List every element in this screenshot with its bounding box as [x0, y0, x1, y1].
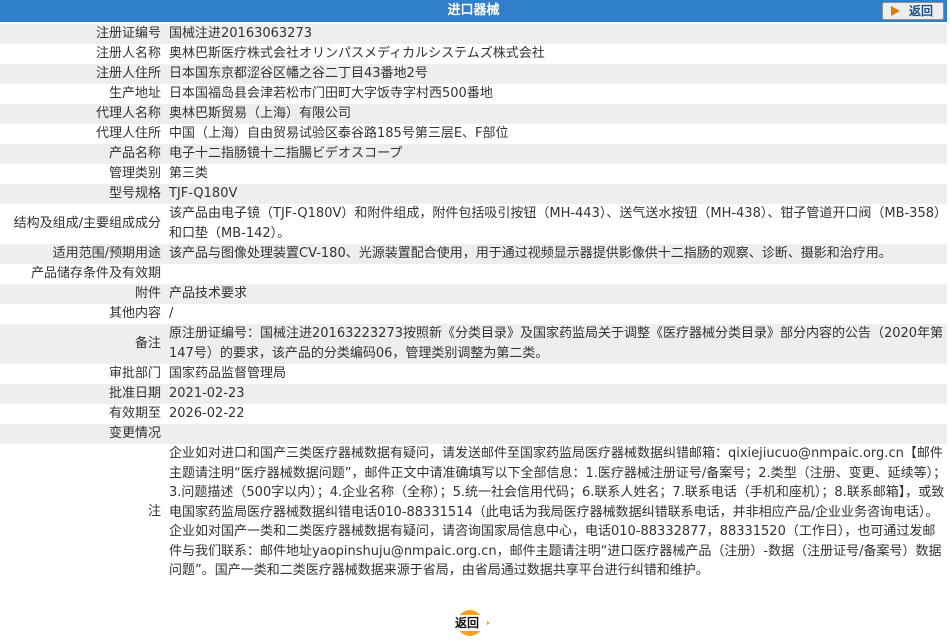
row-value: 原注册证编号：国械注进20163223273按照新《分类目录》及国家药监局关于调…: [165, 324, 947, 364]
row-value: /: [165, 304, 947, 324]
table-row: 变更情况: [0, 424, 947, 444]
row-label: 注册证编号: [0, 24, 165, 44]
table-row: 结构及组成/主要组成成分 该产品由电子镜（TJF-Q180V）和附件组成，附件包…: [0, 204, 947, 244]
table-row: 注册人住所 日本国东京都涩谷区幡之谷二丁目43番地2号: [0, 64, 947, 84]
table-row: 附件 产品技术要求: [0, 284, 947, 304]
table-row: 注 企业如对进口和国产三类医疗器械数据有疑问，请发送邮件至国家药监局医疗器械数据…: [0, 444, 947, 581]
title-bar: 进口器械 返回: [0, 0, 947, 22]
table-row: 管理类别 第三类: [0, 164, 947, 184]
table-row: 批准日期 2021-02-23: [0, 384, 947, 404]
back-button-label: 返回: [447, 615, 487, 631]
row-label: 生产地址: [0, 84, 165, 104]
row-label: 附件: [0, 284, 165, 304]
row-label: 管理类别: [0, 164, 165, 184]
back-button-bottom[interactable]: 返回: [447, 610, 495, 636]
row-label: 代理人住所: [0, 124, 165, 144]
table-row: 审批部门 国家药品监督管理局: [0, 364, 947, 384]
row-value: 该产品与图像处理装置CV-180、光源装置配合使用，用于通过视频显示器提供影像供…: [165, 244, 947, 264]
row-value: 2026-02-22: [165, 404, 947, 424]
table-row: 代理人名称 奥林巴斯贸易（上海）有限公司: [0, 104, 947, 124]
row-value: 2021-02-23: [165, 384, 947, 404]
row-value: 国家药品监督管理局: [165, 364, 947, 384]
row-label: 产品名称: [0, 144, 165, 164]
row-label: 注: [0, 444, 165, 581]
row-value: [165, 424, 947, 444]
row-value: 国械注进20163063273: [165, 24, 947, 44]
table-row: 其他内容 /: [0, 304, 947, 324]
row-label: 其他内容: [0, 304, 165, 324]
table-row: 产品储存条件及有效期: [0, 264, 947, 284]
row-value: 该产品由电子镜（TJF-Q180V）和附件组成，附件包括吸引按钮（MH-443）…: [165, 204, 947, 244]
detail-table: 注册证编号 国械注进20163063273 注册人名称 奥林巴斯医疗株式会社オリ…: [0, 24, 947, 581]
row-label: 型号规格: [0, 184, 165, 204]
back-button-label: 返回: [909, 4, 934, 18]
table-row: 产品名称 电子十二指肠镜十二指腸ビデオスコープ: [0, 144, 947, 164]
row-label: 变更情况: [0, 424, 165, 444]
table-row: 型号规格 TJF-Q180V: [0, 184, 947, 204]
row-label: 产品储存条件及有效期: [0, 264, 165, 284]
table-row: 注册证编号 国械注进20163063273: [0, 24, 947, 44]
table-row: 代理人住所 中国（上海）自由贸易试验区泰谷路185号第三层E、F部位: [0, 124, 947, 144]
row-value: 日本国福岛县会津若松市门田町大字饭寺字村西500番地: [165, 84, 947, 104]
table-row: 注册人名称 奥林巴斯医疗株式会社オリンパスメディカルシステムズ株式会社: [0, 44, 947, 64]
back-button-top[interactable]: 返回: [882, 2, 944, 20]
table-row: 生产地址 日本国福岛县会津若松市门田町大字饭寺字村西500番地: [0, 84, 947, 104]
page-title: 进口器械: [447, 3, 500, 18]
row-value: 奥林巴斯贸易（上海）有限公司: [165, 104, 947, 124]
row-value: 日本国东京都涩谷区幡之谷二丁目43番地2号: [165, 64, 947, 84]
row-value: 企业如对进口和国产三类医疗器械数据有疑问，请发送邮件至国家药监局医疗器械数据纠错…: [165, 444, 947, 581]
row-value: [165, 264, 947, 284]
row-label: 注册人住所: [0, 64, 165, 84]
row-label: 代理人名称: [0, 104, 165, 124]
table-row: 备注 原注册证编号：国械注进20163223273按照新《分类目录》及国家药监局…: [0, 324, 947, 364]
row-label: 结构及组成/主要组成成分: [0, 204, 165, 244]
table-row: 有效期至 2026-02-22: [0, 404, 947, 424]
arrow-right-icon: [891, 6, 900, 16]
row-label: 有效期至: [0, 404, 165, 424]
row-value: 奥林巴斯医疗株式会社オリンパスメディカルシステムズ株式会社: [165, 44, 947, 64]
row-label: 适用范围/预期用途: [0, 244, 165, 264]
row-label: 审批部门: [0, 364, 165, 384]
table-row: 适用范围/预期用途 该产品与图像处理装置CV-180、光源装置配合使用，用于通过…: [0, 244, 947, 264]
row-value: 中国（上海）自由贸易试验区泰谷路185号第三层E、F部位: [165, 124, 947, 144]
row-value: 产品技术要求: [165, 284, 947, 304]
row-value: TJF-Q180V: [165, 184, 947, 204]
row-label: 备注: [0, 324, 165, 364]
row-label: 注册人名称: [0, 44, 165, 64]
row-value: 电子十二指肠镜十二指腸ビデオスコープ: [165, 144, 947, 164]
row-value: 第三类: [165, 164, 947, 184]
row-label: 批准日期: [0, 384, 165, 404]
